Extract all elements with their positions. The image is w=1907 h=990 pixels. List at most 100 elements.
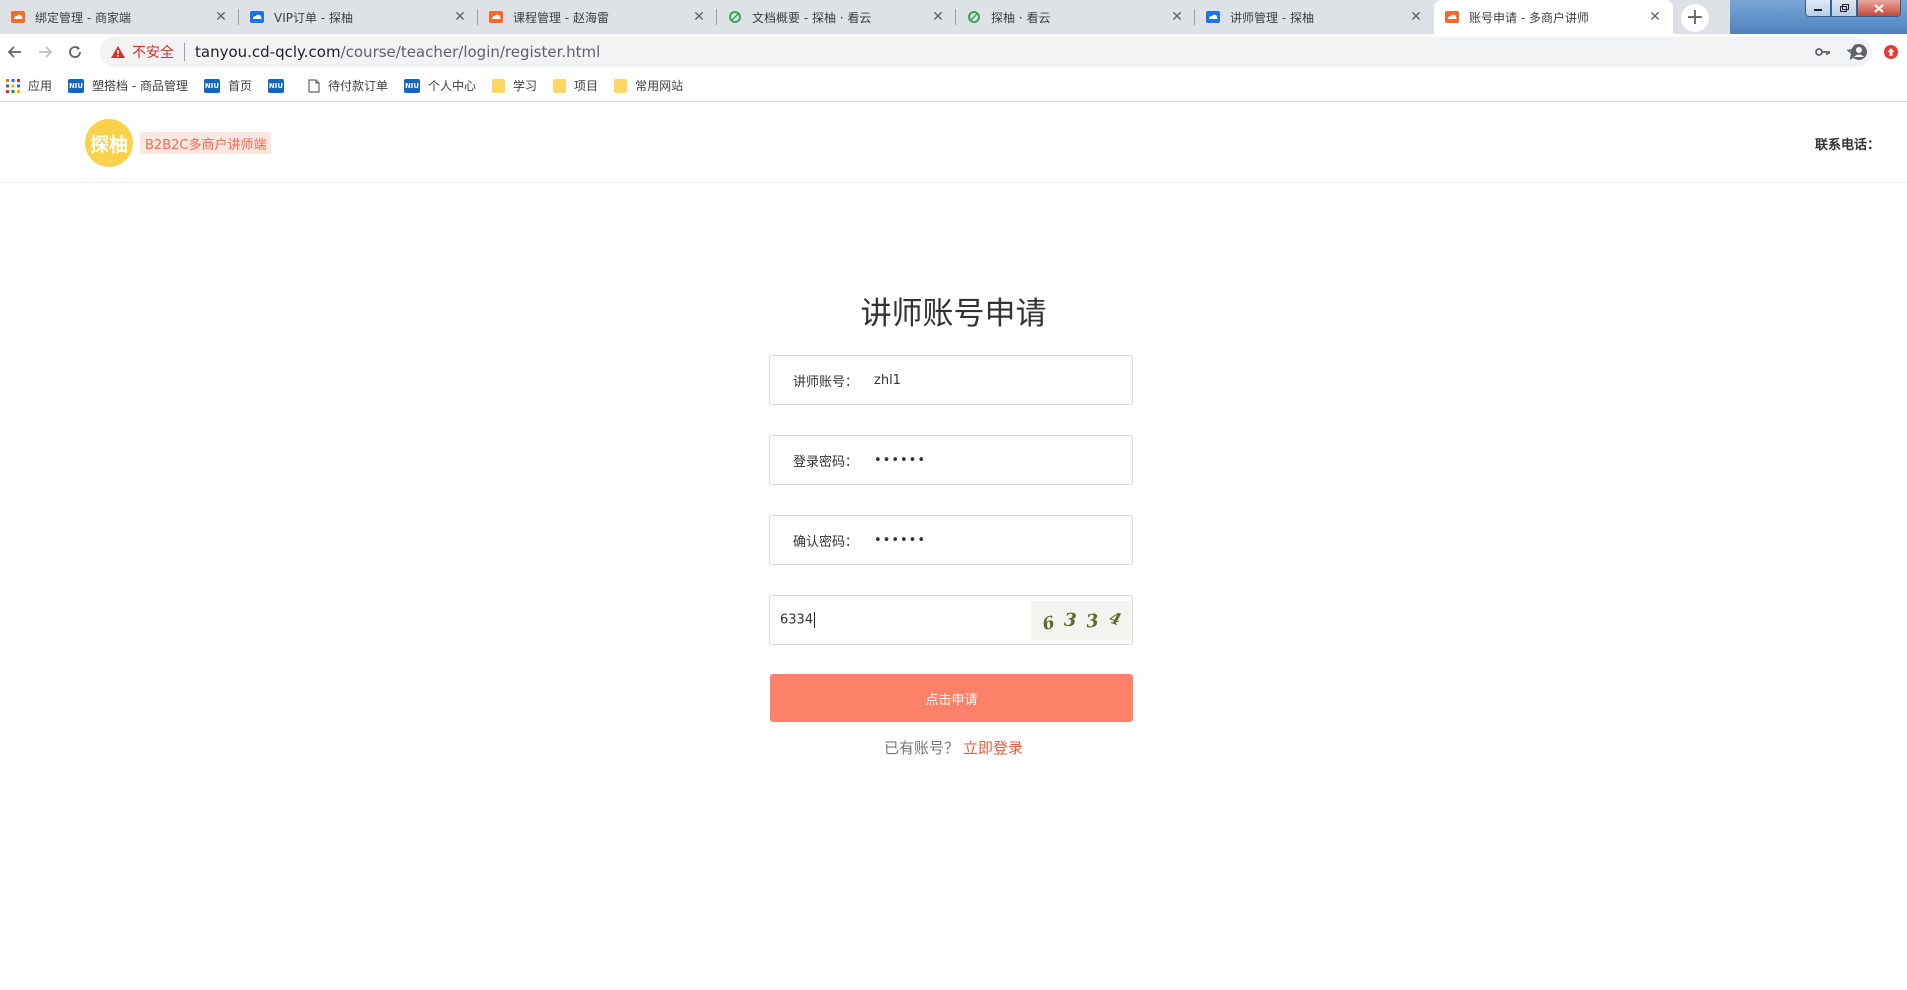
login-prompt: 已有账号？ 立即登录 <box>0 737 1907 758</box>
page-icon <box>308 78 320 93</box>
bookmark-label: 待付款订单 <box>328 79 389 93</box>
apps-grid-icon <box>6 78 20 93</box>
bookmark-label: 塑搭档 - 商品管理 <box>92 79 188 93</box>
folder-icon <box>614 78 628 93</box>
tab-account-application[interactable]: 账号申请 - 多商户讲师 ✕ <box>1434 0 1673 34</box>
bookmark-folder-common-sites[interactable]: 常用网站 <box>614 77 683 94</box>
password-field[interactable]: 登录密码： •••••• <box>769 435 1133 485</box>
captcha-char: 6 <box>1040 612 1057 635</box>
tab-vip-orders[interactable]: VIP订单 - 探柚 ✕ <box>239 0 478 34</box>
tab-title: 课程管理 - 赵海雷 <box>513 10 609 25</box>
bookmark-niu[interactable]: NIU <box>268 78 292 93</box>
back-button[interactable] <box>0 37 30 67</box>
bookmark-folder-projects[interactable]: 项目 <box>553 77 598 94</box>
green-leaf-icon <box>966 9 982 25</box>
folder-icon <box>553 78 567 93</box>
tab-strip: 绑定管理 - 商家端 ✕ VIP订单 - 探柚 ✕ 课程管理 - 赵海雷 ✕ 文… <box>0 0 1673 34</box>
account-input[interactable]: zhl1 <box>874 373 901 388</box>
url-text[interactable]: tanyou.cd-qcly.com/course/teacher/login/… <box>195 43 600 61</box>
bookmark-label: 首页 <box>227 79 252 93</box>
green-leaf-icon <box>727 9 743 25</box>
bookmark-label: 学习 <box>513 79 538 93</box>
restore-button[interactable] <box>1831 0 1857 17</box>
tab-kancloud[interactable]: 探柚 · 看云 ✕ <box>956 0 1195 34</box>
update-alert-icon[interactable] <box>1875 44 1907 60</box>
browser-tab-bar: 绑定管理 - 商家端 ✕ VIP订单 - 探柚 ✕ 课程管理 - 赵海雷 ✕ 文… <box>0 0 1907 34</box>
tab-close-icon[interactable]: ✕ <box>1406 7 1426 27</box>
account-icon[interactable] <box>1843 43 1875 61</box>
forward-button[interactable] <box>30 37 60 67</box>
tab-teacher-management[interactable]: 讲师管理 - 探柚 ✕ <box>1195 0 1434 34</box>
minimize-button[interactable] <box>1805 0 1831 17</box>
captcha-char: 3 <box>1063 609 1078 632</box>
browser-toolbar: 不安全 tanyou.cd-qcly.com/course/teacher/lo… <box>0 34 1907 70</box>
address-bar[interactable]: 不安全 tanyou.cd-qcly.com/course/teacher/lo… <box>100 37 1872 67</box>
reload-icon <box>69 46 81 58</box>
tab-title: VIP订单 - 探柚 <box>274 10 353 25</box>
niu-icon: NIU <box>68 78 85 93</box>
toolbar-right-icons <box>1843 34 1907 70</box>
window-frame <box>1730 0 1907 34</box>
security-label: 不安全 <box>132 45 174 61</box>
folder-icon <box>492 78 506 93</box>
bookmark-pending-orders[interactable]: 待付款订单 <box>308 77 388 94</box>
reload-button[interactable] <box>60 37 90 67</box>
site-header: 探柚 B2B2C多商户讲师端 联系电话： <box>0 103 1907 183</box>
tab-title: 绑定管理 - 商家端 <box>35 10 131 25</box>
page-title: 讲师账号申请 <box>860 296 1047 332</box>
confirm-password-input[interactable]: •••••• <box>874 533 926 548</box>
password-label: 登录密码： <box>793 454 859 470</box>
security-indicator[interactable]: 不安全 <box>110 42 174 62</box>
have-account-text: 已有账号？ <box>883 739 959 757</box>
tab-close-icon[interactable]: ✕ <box>1167 7 1187 27</box>
bookmark-label: 项目 <box>574 79 599 93</box>
tab-doc-summary[interactable]: 文档概要 - 探柚 · 看云 ✕ <box>717 0 956 34</box>
tab-bind-management[interactable]: 绑定管理 - 商家端 ✕ <box>0 0 239 34</box>
new-tab-button[interactable]: + <box>1681 4 1709 32</box>
tab-close-icon[interactable]: ✕ <box>1645 7 1665 27</box>
bookmark-apps[interactable]: 应用 <box>6 77 52 94</box>
tab-close-icon[interactable]: ✕ <box>211 7 231 27</box>
key-icon[interactable] <box>1808 47 1838 57</box>
bookmark-personal-center[interactable]: NIU 个人中心 <box>404 77 476 94</box>
niu-icon: NIU <box>268 78 284 93</box>
url-host: tanyou.cd-qcly.com <box>195 43 341 61</box>
niu-icon: NIU <box>404 78 421 93</box>
bookmark-label: 常用网站 <box>635 79 684 93</box>
tab-close-icon[interactable]: ✕ <box>689 7 709 27</box>
bookmark-label: 应用 <box>28 79 53 93</box>
url-path: /course/teacher/login/register.html <box>340 43 601 61</box>
site-tagline: B2B2C多商户讲师端 <box>140 132 272 154</box>
arrow-right-icon <box>39 46 53 58</box>
site-logo[interactable]: 探柚 <box>85 119 133 167</box>
tab-close-icon[interactable]: ✕ <box>450 7 470 27</box>
window-controls <box>1805 0 1901 17</box>
account-label: 讲师账号： <box>793 374 859 390</box>
bookmark-label: 个人中心 <box>428 79 477 93</box>
address-divider <box>184 43 185 61</box>
text-cursor <box>814 612 816 628</box>
submit-button[interactable]: 点击申请 <box>770 674 1133 722</box>
bookmark-folder-study[interactable]: 学习 <box>492 77 537 94</box>
blue-cloud-icon <box>1205 9 1221 25</box>
tab-title: 文档概要 - 探柚 · 看云 <box>752 10 872 25</box>
bookmark-home[interactable]: NIU 首页 <box>203 77 252 94</box>
captcha-image[interactable]: 6 3 3 4 <box>1031 601 1131 640</box>
window-close-button[interactable] <box>1857 0 1901 17</box>
login-link[interactable]: 立即登录 <box>963 739 1023 757</box>
tab-close-icon[interactable]: ✕ <box>928 7 948 27</box>
confirm-password-field[interactable]: 确认密码： •••••• <box>769 515 1133 565</box>
captcha-field[interactable]: 6334 6 3 3 4 <box>769 595 1133 645</box>
bookmarks-bar: 应用 NIU 塑搭档 - 商品管理 NIU 首页 NIU 待付款订单 NIU 个… <box>0 70 1907 102</box>
captcha-char: 3 <box>1085 610 1101 633</box>
orange-cloud-icon <box>488 9 504 25</box>
orange-cloud-icon <box>10 9 26 25</box>
niu-icon: NIU <box>203 78 220 93</box>
captcha-input[interactable]: 6334 <box>780 612 816 628</box>
account-field[interactable]: 讲师账号： zhl1 <box>769 355 1133 405</box>
arrow-left-icon <box>7 46 21 58</box>
tab-course-management[interactable]: 课程管理 - 赵海雷 ✕ <box>478 0 717 34</box>
orange-cloud-icon <box>1444 9 1460 25</box>
bookmark-product-management[interactable]: NIU 塑搭档 - 商品管理 <box>68 77 188 94</box>
password-input[interactable]: •••••• <box>874 453 926 468</box>
